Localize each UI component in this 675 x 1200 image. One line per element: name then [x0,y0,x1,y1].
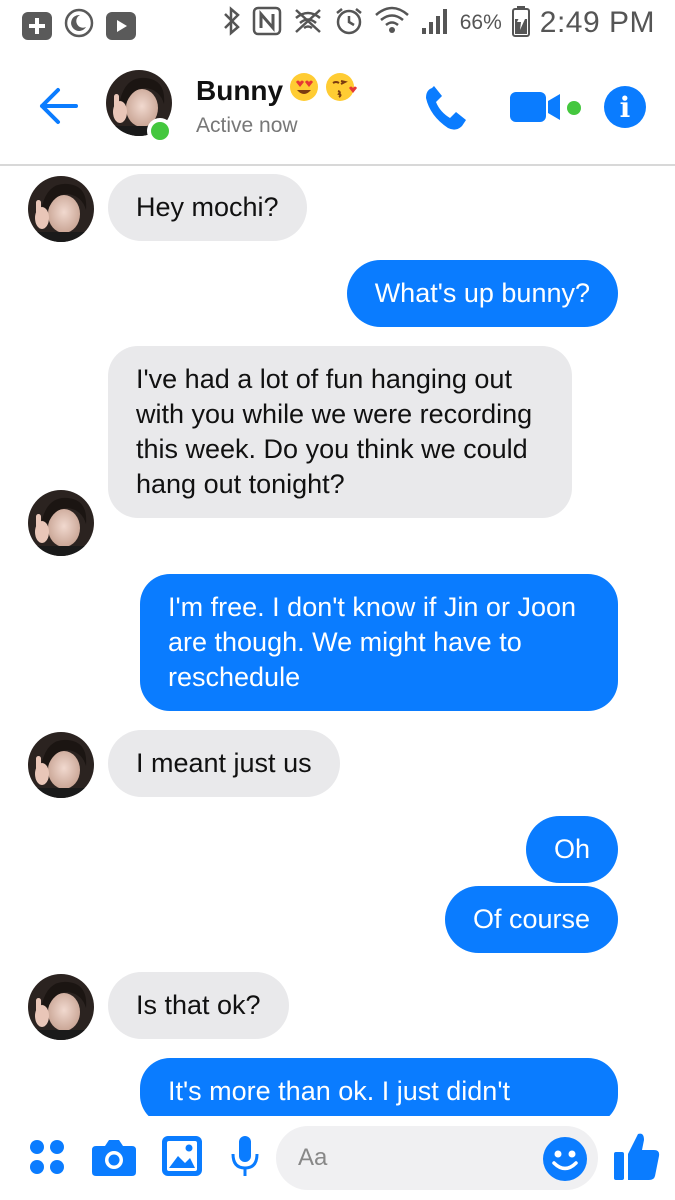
sender-avatar[interactable] [28,490,94,556]
video-active-dot [567,101,581,115]
wifi-icon [374,5,410,42]
more-apps-icon[interactable] [28,1138,66,1181]
outgoing-message-bubble[interactable]: Of course [444,886,618,953]
camera-icon[interactable] [92,1138,136,1181]
outgoing-message-bubble[interactable]: It's more than ok. I just didn't [140,1058,618,1116]
message-input[interactable]: Aa [276,1126,598,1190]
active-status-text: Active now [196,114,298,137]
alarm-icon [334,6,364,41]
battery-percent: 66% [459,11,502,34]
emoji-icon[interactable] [542,1136,588,1182]
incoming-message-bubble[interactable]: Hey mochi? [108,174,307,241]
phone-call-icon[interactable] [424,86,468,132]
video-call-icon[interactable] [510,90,566,124]
clock: 2:49 PM [539,6,655,39]
incoming-message-bubble[interactable]: I've had a lot of fun hanging out with y… [108,346,572,518]
night-mode-icon [64,8,94,43]
status-bar-right-icons: 66% 2:49 PM [222,4,655,42]
gallery-icon[interactable] [162,1136,202,1181]
sender-avatar[interactable] [28,176,94,242]
thumbs-up-icon[interactable] [614,1130,660,1187]
outgoing-message-bubble[interactable]: I'm free. I don't know if Jin or Joon ar… [140,574,618,711]
contact-name-text: Bunny [196,74,284,106]
sender-avatar[interactable] [28,732,94,798]
sender-avatar[interactable] [28,974,94,1040]
active-status-dot [147,118,173,144]
message-input-placeholder: Aa [298,1144,328,1171]
info-icon[interactable]: i [604,86,646,128]
message-thread[interactable]: Hey mochi? What's up bunny? I've had a l… [0,168,675,1116]
cell-signal-icon [420,6,450,41]
contact-name[interactable]: Bunny [196,72,359,109]
heart-eyes-emoji-icon [289,72,319,109]
status-bar: 66% 2:49 PM [0,0,675,46]
nfc-icon [252,6,282,41]
outgoing-message-bubble[interactable]: What's up bunny? [346,260,618,327]
kissing-heart-emoji-icon [325,72,359,109]
no-signal-icon [292,6,324,41]
bluetooth-icon [222,5,242,41]
status-bar-left-icons [22,8,136,43]
back-arrow-icon[interactable] [36,86,80,126]
battery-charging-icon [511,5,530,42]
message-composer: Aa [0,1116,675,1200]
youtube-notification-icon [106,11,136,40]
incoming-message-bubble[interactable]: Is that ok? [108,972,289,1039]
outgoing-message-bubble[interactable]: Oh [525,816,618,883]
add-notification-icon [22,11,52,40]
microphone-icon[interactable] [230,1136,260,1183]
conversation-header: Bunny Active now i [0,46,675,166]
incoming-message-bubble[interactable]: I meant just us [108,730,340,797]
